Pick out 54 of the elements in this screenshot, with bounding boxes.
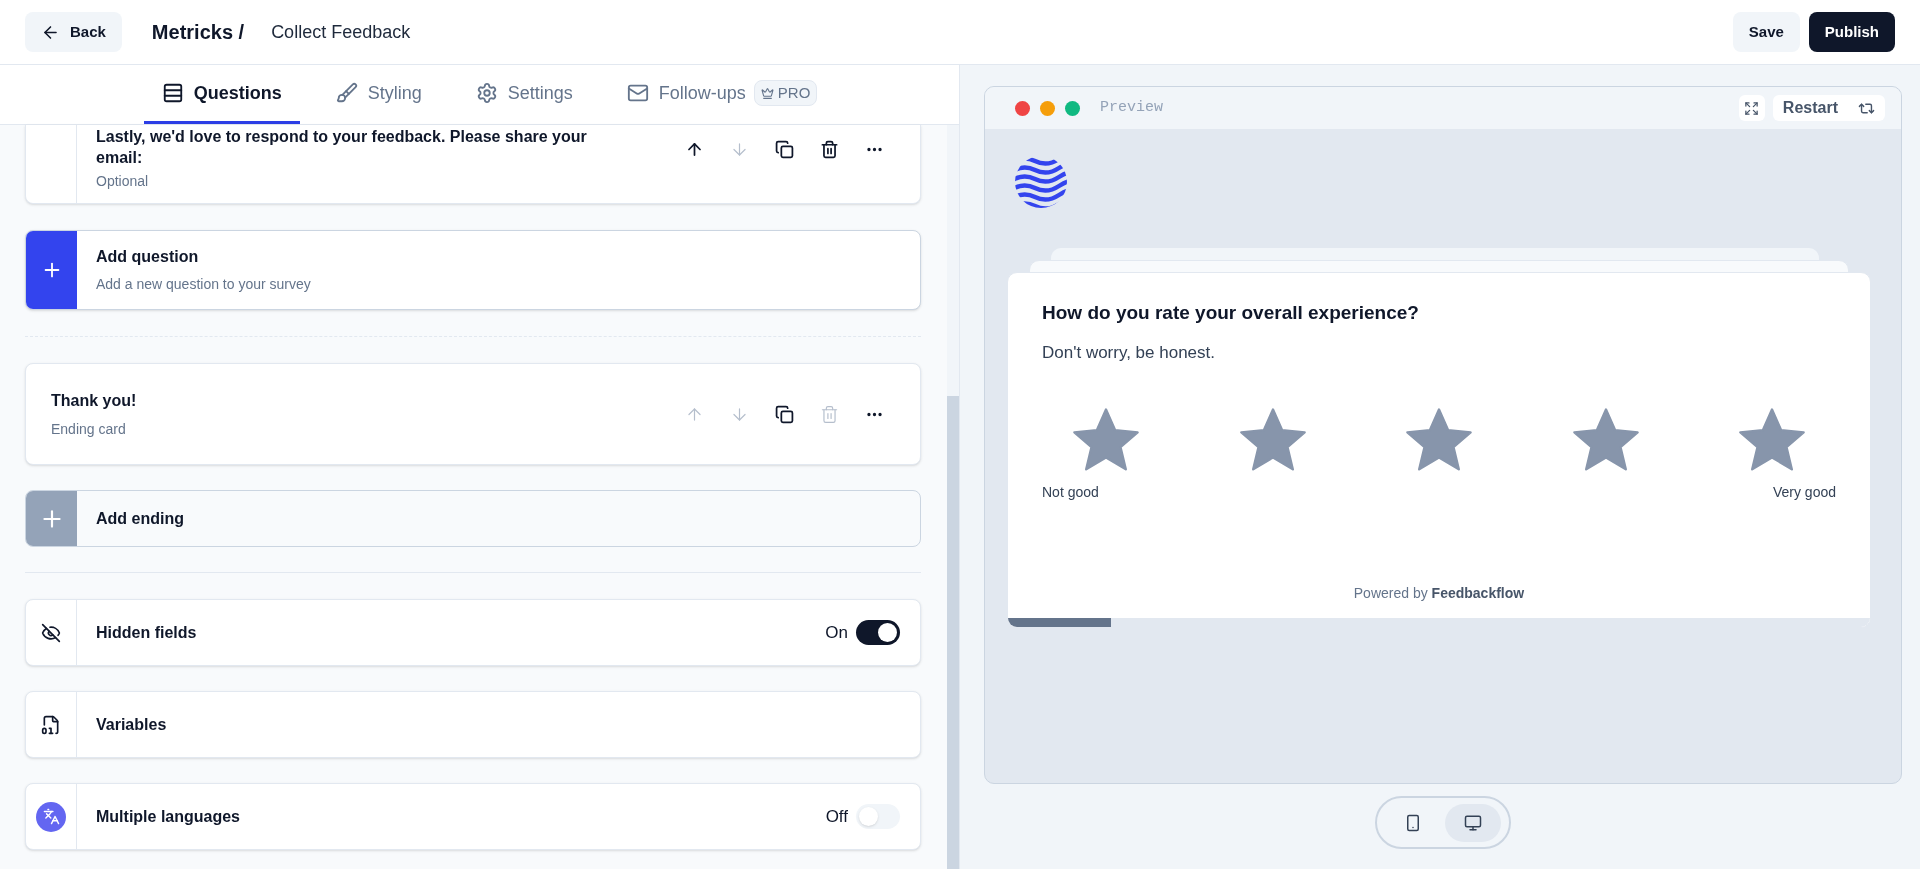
- scrollbar-thumb[interactable]: [947, 396, 959, 869]
- option-title: Hidden fields: [95, 622, 197, 643]
- ending-subtitle: Ending card: [51, 419, 127, 439]
- file-digit-icon: [41, 714, 61, 735]
- tab[interactable]: Settings: [457, 65, 591, 124]
- survey-title: Collect Feedback: [271, 20, 411, 44]
- publish-button[interactable]: Publish: [1808, 12, 1895, 52]
- add-ending-card[interactable]: Add ending: [25, 490, 921, 547]
- add-question-subtitle: Add a new question to your survey: [96, 275, 311, 294]
- toggle-label: Off: [825, 805, 848, 828]
- phone-icon: [1404, 813, 1422, 832]
- option-card[interactable]: Variables: [25, 691, 921, 758]
- pro-badge: PRO: [753, 80, 818, 106]
- logo-icon: [1015, 156, 1067, 208]
- expand-button[interactable]: [1738, 95, 1765, 121]
- tab[interactable]: Follow-ups PRO: [608, 65, 836, 124]
- preview-title: Preview: [1100, 97, 1163, 118]
- toggle-switch[interactable]: [856, 804, 900, 829]
- rows-icon: [161, 82, 184, 104]
- trash-icon[interactable]: [819, 139, 839, 159]
- brush-icon: [335, 82, 358, 104]
- upper-label: Very good: [1772, 483, 1836, 502]
- question-card[interactable]: Lastly, we'd love to respond to your feedback. Please share your email: Optional: [25, 125, 921, 204]
- copy-icon[interactable]: [774, 139, 794, 159]
- option-card[interactable]: Hidden fields On: [25, 599, 921, 666]
- question-title: Lastly, we'd love to respond to your feedback. Please share your email:: [96, 127, 588, 168]
- ending-title: Thank you!: [51, 390, 137, 411]
- restart-button[interactable]: Restart: [1772, 95, 1885, 121]
- survey-subtitle: Don't worry, be honest.: [1042, 341, 1216, 364]
- powered-by-text: Powered by Feedbackflow: [1353, 584, 1525, 603]
- lower-label: Not good: [1042, 483, 1099, 502]
- question-subtitle: Optional: [96, 172, 150, 191]
- toggle-switch[interactable]: [856, 620, 900, 645]
- monitor-icon: [1464, 813, 1482, 832]
- eye-off-icon: [41, 622, 61, 643]
- back-button[interactable]: Back: [25, 12, 122, 52]
- desktop-view-button[interactable]: [1445, 803, 1501, 842]
- add-question-card[interactable]: Add question Add a new question to your survey: [25, 230, 921, 310]
- mail-icon: [626, 82, 649, 104]
- workspace-title: Metricks /: [151, 20, 245, 45]
- option-title: Multiple languages: [95, 806, 240, 827]
- settings-icon: [475, 82, 498, 104]
- option-title: Variables: [95, 714, 167, 735]
- copy-icon[interactable]: [774, 404, 794, 424]
- tab[interactable]: Styling: [317, 65, 440, 124]
- expand-icon: [1744, 100, 1760, 116]
- survey-question: How do you rate your overall experience?: [1042, 301, 1420, 325]
- save-button[interactable]: Save: [1732, 12, 1800, 52]
- translate-icon: [36, 801, 66, 832]
- toggle-label: On: [825, 621, 848, 644]
- ending-card[interactable]: Thank you! Ending card: [25, 363, 921, 465]
- option-card[interactable]: Multiple languages Off: [25, 783, 921, 850]
- add-question-title: Add question: [96, 247, 200, 267]
- add-ending-title: Add ending: [95, 508, 184, 529]
